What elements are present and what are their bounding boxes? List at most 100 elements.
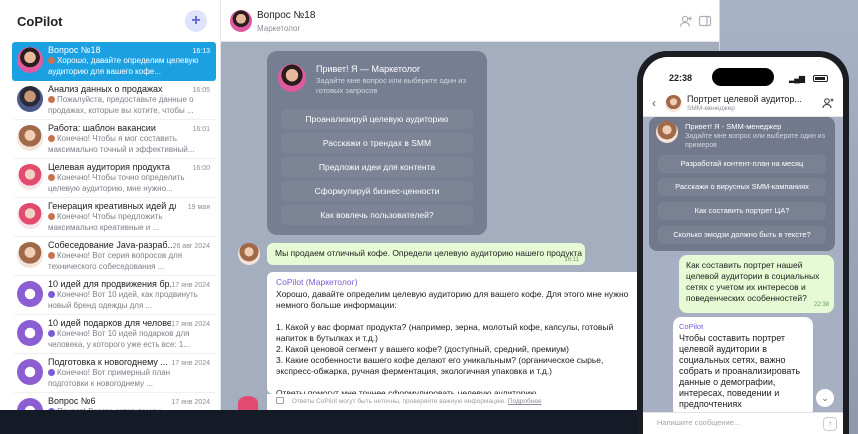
message-input-placeholder[interactable]: Напишите сообщение... — [657, 418, 740, 427]
suggestion-button[interactable]: Расскажи о трендах в SMM — [281, 133, 473, 153]
chat-title: Вопрос №18 — [257, 10, 316, 21]
sender-avatar-icon — [48, 330, 55, 337]
chat-list-item[interactable]: 10 идей для продвижения бр... 17 янв 2024… — [14, 276, 216, 315]
phone-assistant-sender: CoPilot — [679, 322, 704, 331]
chat-preview-text: Конечно! Чтобы предложить максимально кр… — [48, 212, 163, 232]
phone-assistant-message-text: Чтобы составить портрет целевой аудитори… — [679, 333, 801, 417]
chat-preview-text: Конечно! Чтобы я мог составить максималь… — [48, 134, 195, 154]
chat-subtitle: Маркетолог — [257, 24, 301, 33]
suggestion-button[interactable]: Предложи идеи для контента — [281, 157, 473, 177]
app-title: CoPilot — [17, 13, 63, 29]
chat-list-item[interactable]: Генерация креативных идей для ... 19 мая К… — [14, 198, 216, 237]
chat-list-item[interactable]: Работа: шаблон вакансии 16:01 Конечно! Что… — [14, 120, 216, 159]
disclaimer-bar: Ответы CoPilot могут быть неточны, прове… — [267, 394, 645, 410]
suggestion-button[interactable]: Как вовлечь пользователей? — [281, 205, 473, 225]
sender-avatar-icon — [48, 252, 55, 259]
chat-preview-text: Конечно! Чтобы точно определить целевую … — [48, 173, 185, 193]
chat-avatar — [17, 164, 43, 190]
chat-preview: Конечно! Чтобы я мог составить максималь… — [48, 134, 210, 155]
chat-list-item[interactable]: Вопрос №18 16:13 Хорошо, давайте определим… — [12, 42, 216, 81]
phone-clock: 22:38 — [669, 73, 693, 83]
chat-preview-text: Привет! Всегда готов помочь... — [57, 407, 171, 410]
assistant-avatar — [656, 121, 678, 143]
message-time: 22:38 — [813, 302, 829, 308]
chat-avatar — [17, 86, 43, 112]
disclaimer-link[interactable]: Подробнее — [508, 398, 542, 405]
sender-avatar-icon — [48, 57, 55, 64]
phone-suggestion-button[interactable]: Разработай контент-план на месяц — [658, 155, 826, 173]
phone-chat-avatar[interactable] — [665, 95, 682, 112]
chat-time: 26 авг 2024 — [172, 243, 210, 250]
suggestion-button[interactable]: Проанализируй целевую аудиторию — [281, 109, 473, 129]
phone-chat-subtitle: SMM-менеджер — [687, 105, 735, 112]
window-bottom-frame — [0, 410, 650, 434]
phone-chat-title: Портрет целевой аудитор... — [687, 94, 802, 104]
chat-time: 16:01 — [192, 126, 210, 133]
sender-avatar-icon — [48, 408, 55, 410]
send-button[interactable]: ↑ — [823, 417, 837, 431]
copy-icon[interactable] — [276, 397, 284, 404]
chat-preview: Пожалуйста, предоставьте данные о продаж… — [48, 95, 210, 116]
sender-avatar-icon — [48, 96, 55, 103]
phone-welcome-card: Привет! Я - SMM-менеджер Задайте мне воп… — [649, 117, 835, 251]
scroll-down-button[interactable]: ⌄ — [816, 389, 834, 407]
chat-preview: Конечно! Вот 10 идей подарков для челове… — [48, 329, 210, 350]
phone-suggestion-button[interactable]: Сколько эмодзи должно быть в тексте? — [658, 226, 826, 244]
welcome-subtitle: Задайте мне вопрос или выберите один из … — [316, 76, 466, 95]
chat-preview: Конечно! Вот примерный план подготовки к… — [48, 368, 210, 389]
phone-welcome-title: Привет! Я - SMM-менеджер — [685, 122, 782, 131]
chat-name: Вопрос №18 — [48, 45, 101, 55]
chat-avatar — [17, 47, 43, 73]
chat-preview-text: Конечно! Вот 10 идей, как продвинуть нов… — [48, 290, 198, 310]
sender-avatar-icon — [48, 213, 55, 220]
chat-preview: Хорошо, давайте определим целевую аудито… — [48, 56, 210, 77]
assistant-message-text: Хорошо, давайте определим целевую аудито… — [276, 289, 629, 398]
assistant-avatar — [278, 64, 306, 92]
chat-avatar — [17, 281, 43, 307]
phone-screen: 22:38 ▂▄▆ ‹ Портрет целевой аудитор... S… — [643, 57, 843, 434]
sender-avatar-icon — [48, 369, 55, 376]
add-user-icon[interactable] — [822, 97, 834, 109]
chat-time: 16:13 — [192, 48, 210, 55]
chat-time: 17 янв 2024 — [171, 282, 210, 289]
chat-list-item[interactable]: Собеседование Java-разраб... 26 авг 2024 К… — [14, 237, 216, 276]
back-icon[interactable]: ‹ — [652, 96, 656, 110]
chat-list-item[interactable]: Подготовка к новогоднему ... 17 янв 2024 К… — [14, 354, 216, 393]
chat-avatar — [17, 320, 43, 346]
user-avatar — [238, 243, 260, 265]
chat-avatar — [17, 203, 43, 229]
sender-avatar-icon — [48, 174, 55, 181]
chat-header: Вопрос №18 Маркетолог — [221, 0, 719, 42]
chat-name: Вопрос №6 — [48, 396, 96, 406]
signal-icon: ▂▄▆ — [789, 74, 805, 83]
phone-chat-header: ‹ Портрет целевой аудитор... SMM-менедже… — [643, 91, 843, 117]
chat-time: 19 мая — [187, 204, 210, 211]
chat-list-item[interactable]: Анализ данных о продажах 16:05 Пожалуйста,… — [14, 81, 216, 120]
chat-avatar — [17, 125, 43, 151]
sidebar-toggle-icon[interactable] — [698, 14, 712, 28]
welcome-card: Привет! Я — Маркетолог Задайте мне вопро… — [267, 51, 487, 235]
phone-suggestion-button[interactable]: Расскажи о вирусных SMM-кампаниях — [658, 178, 826, 196]
sender-avatar-icon — [48, 291, 55, 298]
sender-avatar-icon — [48, 135, 55, 142]
phone-suggestion-button[interactable]: Как составить портрет ЦА? — [658, 202, 826, 220]
chat-list-item[interactable]: Вопрос №6 17 янв 2024Привет! Всегда готов… — [14, 393, 216, 410]
new-chat-button[interactable]: + — [185, 10, 207, 32]
chat-preview-text: Хорошо, давайте определим целевую аудито… — [48, 56, 199, 76]
chat-sidebar: CoPilot + Вопрос №18 16:13 Хорошо, давайте… — [0, 0, 221, 410]
chat-preview-text: Пожалуйста, предоставьте данные о продаж… — [48, 95, 194, 115]
sidebar-header: CoPilot + — [0, 0, 220, 42]
assistant-sender-name: CoPilot (Маркетолог) — [276, 277, 358, 287]
assistant-message-bubble: CoPilot (Маркетолог) Хорошо, давайте опр… — [267, 272, 645, 398]
chat-name: Генерация креативных идей для ... — [48, 201, 176, 211]
phone-frame: 22:38 ▂▄▆ ‹ Портрет целевой аудитор... S… — [637, 51, 849, 434]
add-user-icon[interactable] — [679, 14, 693, 28]
chat-name: 10 идей подарков для челове... — [48, 318, 172, 328]
chat-list-item[interactable]: Целевая аудитория продукта 16:00 Конечно! … — [14, 159, 216, 198]
chat-avatar[interactable] — [230, 10, 252, 32]
dynamic-island — [712, 68, 774, 86]
phone-message-input[interactable]: Напишите сообщение... ↑ — [643, 412, 843, 434]
chat-name: Подготовка к новогоднему ... — [48, 357, 168, 367]
suggestion-button[interactable]: Сформулируй бизнес-ценности — [281, 181, 473, 201]
chat-list-item[interactable]: 10 идей подарков для челове... 17 янв 202… — [14, 315, 216, 354]
